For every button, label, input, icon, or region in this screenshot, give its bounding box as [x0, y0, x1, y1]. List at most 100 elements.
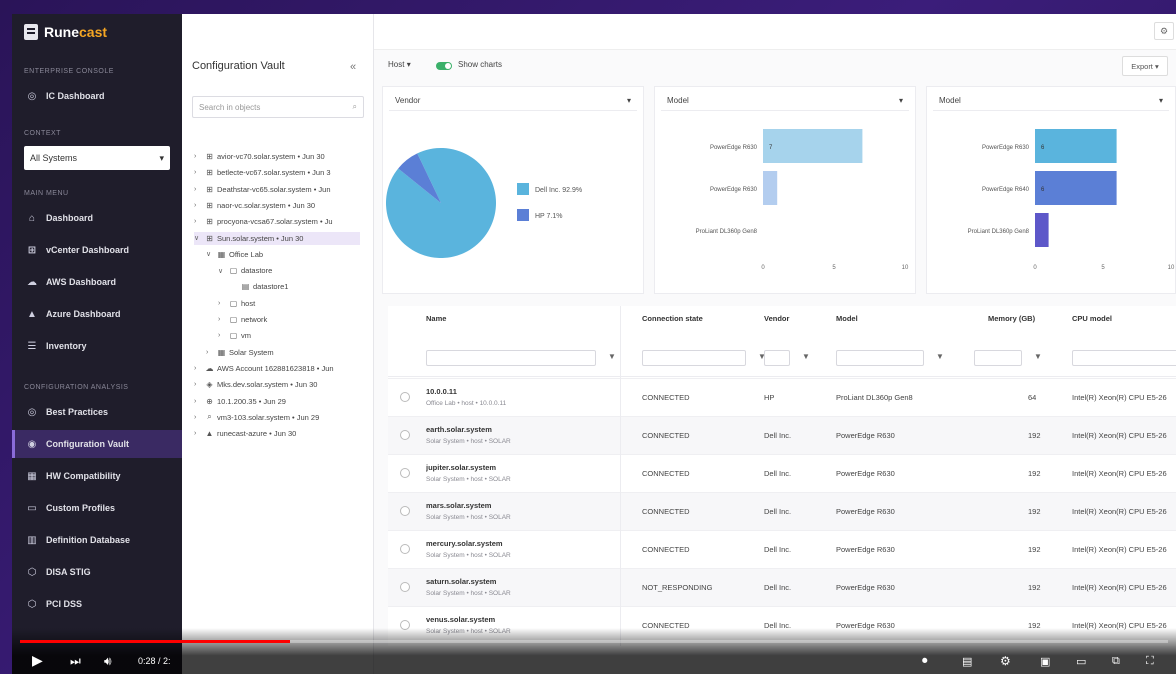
tree-node[interactable]: › ⊞ betlecte-vc67.solar.system • Jun 3	[194, 166, 360, 179]
row-select-radio[interactable]	[400, 468, 410, 478]
chevron-right-icon[interactable]: ›	[194, 169, 202, 176]
collapse-panel-icon[interactable]: «	[350, 61, 356, 73]
tree-node[interactable]: › ☁ AWS Account 1628816​23818 • Jun	[194, 362, 360, 375]
column-filter-input[interactable]	[974, 350, 1022, 366]
nav-vcenter-dashboard[interactable]: ⊞ vCenter Dashboard	[12, 236, 182, 264]
table-row[interactable]: jupiter.solar.system Solar System • host …	[388, 454, 1176, 492]
chevron-right-icon[interactable]: ›	[194, 365, 202, 372]
volume-icon[interactable]: 🔊︎	[104, 654, 112, 669]
tree-node[interactable]: › ⊞ procyona-vcsa67.solar.system • Ju	[194, 215, 360, 228]
bar[interactable]	[1035, 171, 1117, 205]
chevron-right-icon[interactable]: ›	[218, 332, 226, 339]
host-name[interactable]: saturn.solar.system	[426, 577, 616, 586]
nav-custom-profiles[interactable]: ▭ Custom Profiles	[12, 494, 182, 522]
next-icon[interactable]: ⏭	[70, 654, 81, 669]
column-filter-input[interactable]	[642, 350, 746, 366]
bar[interactable]	[1035, 129, 1117, 163]
tree-node[interactable]: ∨ ▢ datastore	[218, 264, 360, 277]
nav-dashboard[interactable]: ⌂ Dashboard	[12, 204, 182, 232]
context-select[interactable]: All Systems ▾	[24, 146, 170, 170]
tree-node[interactable]: ∨ ⊞ Sun.solar.system • Jun 30	[194, 231, 360, 245]
nav-disa-stig[interactable]: ⬡ DISA STIG	[12, 558, 182, 586]
show-charts-toggle[interactable]	[436, 62, 452, 70]
export-button[interactable]: Export ▾	[1122, 56, 1168, 76]
chevron-right-icon[interactable]: ›	[206, 349, 214, 356]
chevron-down-icon[interactable]: ∨	[218, 267, 226, 275]
tree-node[interactable]: › ⊞ naor-vc.solar.system • Jun 30	[194, 199, 360, 212]
chevron-right-icon[interactable]: ›	[194, 153, 202, 160]
tree-search-input[interactable]: Search in objects ⌕	[192, 96, 364, 118]
bar[interactable]	[1035, 213, 1049, 247]
nav-best-practices[interactable]: ◎ Best Practices	[12, 398, 182, 426]
chevron-right-icon[interactable]: ›	[194, 398, 202, 405]
chevron-right-icon[interactable]: ›	[218, 300, 226, 307]
column-filter-input[interactable]	[1072, 350, 1176, 366]
autoplay-icon[interactable]: ⏺	[922, 655, 928, 668]
host-name[interactable]: earth.solar.system	[426, 425, 616, 434]
tree-node[interactable]: ∨ ▦ Office Lab	[206, 248, 360, 261]
tree-node[interactable]: › ▦ Solar System	[206, 346, 360, 359]
tree-node[interactable]: › ▢ host	[218, 297, 360, 310]
filter-icon[interactable]: ▼	[936, 352, 944, 361]
row-select-radio[interactable]	[400, 506, 410, 516]
chevron-down-icon[interactable]: ∨	[206, 250, 214, 258]
column-filter-input[interactable]	[836, 350, 924, 366]
filter-icon[interactable]: ▼	[1034, 352, 1042, 361]
theater-icon[interactable]: ▭	[1076, 655, 1086, 668]
tree-node[interactable]: › ▢ network	[218, 313, 360, 326]
column-filter-input[interactable]	[764, 350, 790, 366]
nav-inventory[interactable]: ☰ Inventory	[12, 332, 182, 360]
video-progress-bar[interactable]	[20, 640, 1168, 643]
chevron-down-icon[interactable]: ∨	[194, 234, 202, 242]
column-header-col-model[interactable]: Model	[836, 314, 858, 323]
chevron-right-icon[interactable]: ›	[194, 414, 202, 421]
nav-definition-database[interactable]: ▥ Definition Database	[12, 526, 182, 554]
host-name[interactable]: jupiter.solar.system	[426, 463, 616, 472]
chart-group-select[interactable]: Model ▾	[661, 91, 909, 111]
tree-node[interactable]: › ▲ runecast-azure • Jun 30	[194, 427, 360, 440]
column-header-col-name[interactable]: Name	[426, 314, 446, 323]
chevron-right-icon[interactable]: ›	[194, 430, 202, 437]
column-header-col-memory[interactable]: Memory (GB)	[988, 314, 1035, 323]
object-type-select[interactable]: Host ▾	[388, 60, 411, 69]
row-select-radio[interactable]	[400, 392, 410, 402]
bar[interactable]	[763, 171, 778, 205]
runecast-logo[interactable]: Runecast	[24, 24, 107, 40]
tree-node[interactable]: › ▢ vm	[218, 329, 360, 342]
nav-pci-dss[interactable]: ⬡ PCI DSS	[12, 590, 182, 618]
column-header-col-cpu-model[interactable]: CPU model	[1072, 314, 1112, 323]
nav-ic-dashboard[interactable]: ◎ IC Dashboard	[12, 82, 182, 110]
host-name[interactable]: mercury.solar.system	[426, 539, 616, 548]
column-header-col-connection-state[interactable]: Connection state	[642, 314, 703, 323]
fullscreen-icon[interactable]: ⛶	[1146, 655, 1154, 668]
chevron-right-icon[interactable]: ›	[218, 316, 226, 323]
host-name[interactable]: 10.0.0.11	[426, 387, 616, 396]
chevron-right-icon[interactable]: ›	[194, 381, 202, 388]
table-row[interactable]: earth.solar.system Solar System • host • …	[388, 416, 1176, 454]
chart-group-select[interactable]: Vendor ▾	[389, 91, 637, 111]
column-filter-input[interactable]	[426, 350, 596, 366]
tree-node[interactable]: ▤ datastore1	[230, 280, 360, 293]
column-header-col-vendor[interactable]: Vendor	[764, 314, 789, 323]
filter-icon[interactable]: ▼	[608, 352, 616, 361]
table-row[interactable]: mars.solar.system Solar System • host • S…	[388, 492, 1176, 530]
chart-group-select[interactable]: Model ▾	[933, 91, 1169, 111]
tree-node[interactable]: › ⊞ avior-vc70.solar.system • Jun 30	[194, 150, 360, 163]
tree-node[interactable]: › ◈ Mks.dev.solar.system • Jun 30	[194, 378, 360, 391]
tree-node[interactable]: › ⊞ Deathstar-vc65.solar.system • Jun	[194, 183, 360, 196]
host-name[interactable]: venus.solar.system	[426, 615, 616, 624]
play-icon[interactable]: ▶	[32, 652, 43, 669]
row-select-radio[interactable]	[400, 544, 410, 554]
table-row[interactable]: 10.0.0.11 Office Lab • host • 10.0.0.11 CO…	[388, 378, 1176, 416]
tree-node[interactable]: › ⊕ 10.1.200.35 • Jun 29	[194, 395, 360, 408]
filter-icon[interactable]: ▼	[802, 352, 810, 361]
settings-icon[interactable]: ⚙	[1000, 654, 1011, 668]
table-row[interactable]: mercury.solar.system Solar System • host …	[388, 530, 1176, 568]
subtitles-icon[interactable]: ▤	[962, 655, 972, 668]
miniplayer-icon[interactable]: ▣	[1040, 655, 1050, 668]
nav-azure-dashboard[interactable]: ▲ Azure Dashboard	[12, 300, 182, 328]
chevron-right-icon[interactable]: ›	[194, 218, 202, 225]
table-row[interactable]: saturn.solar.system Solar System • host •…	[388, 568, 1176, 606]
chevron-right-icon[interactable]: ›	[194, 202, 202, 209]
chevron-right-icon[interactable]: ›	[194, 186, 202, 193]
